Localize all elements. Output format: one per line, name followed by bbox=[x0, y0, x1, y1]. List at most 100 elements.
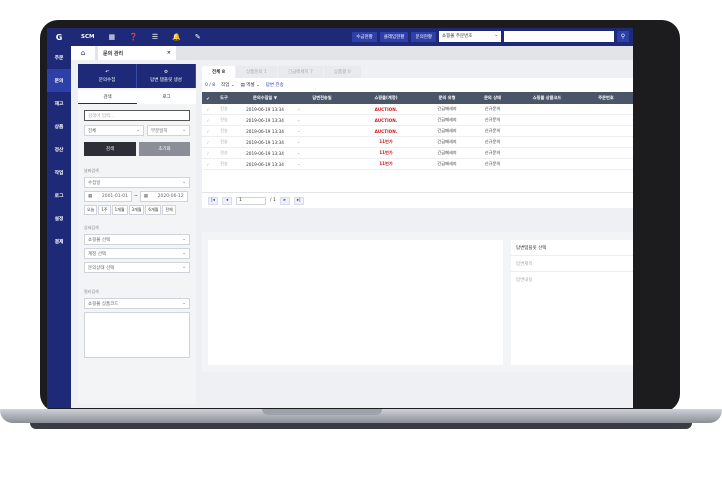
excel-menu[interactable]: ▤ 엑셀 ⌄ bbox=[241, 82, 260, 88]
tab-all[interactable]: 전체 8 bbox=[202, 66, 235, 78]
table-row[interactable]: ✓ 전송 2019-06-19 13:34 - 11번가 긴급메세지 신규문의 bbox=[202, 159, 633, 170]
search-type-select[interactable]: 쇼핑몰 주문번호 ⌄ bbox=[439, 31, 501, 42]
app-screen: G SCM ▦ ❓ ☰ 🔔 ✎ 수금현황 클레임현황 문의현황 쇼핑몰 주문번호… bbox=[47, 28, 633, 408]
nav-settings[interactable]: 설정 bbox=[47, 207, 71, 230]
tab-urgent-count: 7 bbox=[310, 70, 313, 75]
row-checkbox[interactable]: ✓ bbox=[202, 107, 214, 112]
row-checkbox[interactable]: ✓ bbox=[202, 140, 214, 145]
work-menu[interactable]: 작업 ⌄ bbox=[221, 82, 234, 88]
nav-work[interactable]: 작업 bbox=[47, 161, 71, 184]
inquiry-status-button[interactable]: 문의현황 bbox=[411, 31, 436, 42]
tab-review[interactable]: 상품평 0 bbox=[323, 66, 361, 78]
col-type[interactable]: 문의 유형 bbox=[424, 95, 470, 101]
tab-log[interactable]: 로그 bbox=[137, 90, 196, 104]
inquiry-content-area bbox=[208, 240, 503, 365]
match-select[interactable]: 부분일치 ⌄ bbox=[147, 125, 190, 136]
period-3month[interactable]: 3개월 bbox=[128, 205, 145, 215]
claim-status-button[interactable]: 클레임현황 bbox=[379, 31, 409, 42]
keyword-input[interactable]: 검색어 입력... bbox=[84, 110, 190, 121]
period-1week[interactable]: 1주 bbox=[98, 205, 111, 215]
laptop-mockup: G SCM ▦ ❓ ☰ 🔔 ✎ 수금현황 클레임현황 문의현황 쇼핑몰 주문번호… bbox=[0, 0, 722, 483]
search-button[interactable]: 검색 bbox=[84, 142, 136, 156]
period-1month[interactable]: 1개월 bbox=[111, 205, 128, 215]
col-mall[interactable]: 쇼핑몰(계정) bbox=[348, 95, 424, 101]
table-row[interactable]: ✓ 전송 2019-06-19 13:34 - 11번가 긴급메세지 신규문의 bbox=[202, 148, 633, 159]
help-icon[interactable]: ❓ bbox=[129, 33, 138, 41]
list-icon[interactable]: ☰ bbox=[152, 33, 158, 41]
col-status[interactable]: 문의 상태 bbox=[470, 95, 515, 101]
table-row[interactable]: ✓ 전송 2019-06-19 13:34 - AUCTION. 긴급메세지 신… bbox=[202, 126, 633, 137]
scope-select[interactable]: 전체 ⌄ bbox=[84, 125, 144, 136]
col-order-number[interactable]: 주문번호 bbox=[579, 95, 633, 101]
collect-inquiry-button[interactable]: ↶ 문의수집 bbox=[78, 64, 137, 88]
last-page-icon[interactable]: ▸| bbox=[293, 196, 304, 205]
tab-search[interactable]: 검색 bbox=[78, 90, 137, 104]
row-tool[interactable]: 전송 bbox=[214, 139, 234, 145]
home-icon[interactable]: ⌂ bbox=[71, 46, 95, 60]
row-date: 2019-06-19 13:34 bbox=[246, 117, 284, 123]
row-checkbox[interactable]: ✓ bbox=[202, 129, 214, 134]
mall-select[interactable]: 쇼핑몰 선택 ⌄ bbox=[84, 234, 190, 245]
reply-body-input[interactable]: 답변내용 bbox=[511, 272, 633, 288]
nav-log[interactable]: 로그 bbox=[47, 184, 71, 207]
col-product-code[interactable]: 쇼핑몰 상품코드 bbox=[515, 95, 579, 101]
date-type-select[interactable]: 수집일 ⌄ bbox=[84, 177, 190, 188]
bell-icon[interactable]: 🔔 bbox=[172, 33, 181, 41]
row-tool[interactable]: 전송 bbox=[214, 117, 234, 123]
nav-product[interactable]: 상품 bbox=[47, 115, 71, 138]
create-template-button[interactable]: ⚙ 답변 템플릿 생성 bbox=[137, 64, 196, 88]
close-icon[interactable]: × bbox=[167, 50, 171, 56]
date-to-input[interactable]: ▦ 2020-06-12 bbox=[139, 191, 188, 202]
row-tool[interactable]: 전송 bbox=[214, 106, 234, 112]
page-input[interactable]: 1 bbox=[236, 196, 266, 205]
select-all-checkbox[interactable]: ✔ bbox=[202, 96, 214, 101]
date-from-input[interactable]: ▦ 2001-01-01 bbox=[84, 191, 132, 202]
row-tool[interactable]: 전송 bbox=[214, 128, 234, 134]
nav-order[interactable]: 주문 bbox=[47, 46, 71, 69]
col-collected-date[interactable]: 문의수집일 ▼ bbox=[234, 95, 296, 101]
scope-value: 전체 bbox=[88, 128, 97, 134]
row-type: 긴급메세지 bbox=[437, 161, 457, 166]
nav-stock[interactable]: 재고 bbox=[47, 92, 71, 115]
collection-status-button[interactable]: 수금현황 bbox=[352, 31, 377, 42]
period-all[interactable]: 전체 bbox=[162, 205, 176, 215]
row-checkbox[interactable]: ✓ bbox=[202, 151, 214, 156]
row-tool[interactable]: 전송 bbox=[214, 161, 234, 167]
edit-icon[interactable]: ✎ bbox=[195, 33, 201, 41]
account-select[interactable]: 계정 선택 ⌄ bbox=[84, 248, 190, 259]
status-select[interactable]: 문의상태 선택 ⌄ bbox=[84, 262, 190, 273]
period-6month[interactable]: 6개월 bbox=[145, 205, 162, 215]
reply-title-input[interactable]: 답변제목 bbox=[511, 256, 633, 272]
tab-product-inquiry[interactable]: 상품문의 1 bbox=[236, 66, 277, 78]
reset-button[interactable]: 초기화 bbox=[139, 142, 190, 156]
row-checkbox[interactable]: ✓ bbox=[202, 118, 214, 123]
tab-inquiry-manage[interactable]: 문의 관리 × bbox=[98, 46, 176, 60]
col-sent-date[interactable]: 답변전송일 bbox=[296, 95, 348, 101]
first-page-icon[interactable]: |◂ bbox=[208, 196, 218, 205]
account-select-value: 계정 선택 bbox=[88, 251, 106, 257]
multi-search-select[interactable]: 쇼핑몰 상품코드 ⌄ bbox=[84, 298, 190, 309]
period-today[interactable]: 오늘 bbox=[84, 205, 98, 215]
tab-urgent-message[interactable]: 긴급메세지 7 bbox=[277, 66, 323, 78]
table-row[interactable]: ✓ 전송 2019-06-19 13:34 - 11번가 긴급메세지 신규문의 bbox=[202, 137, 633, 148]
table-row[interactable]: ✓ 전송 2019-06-19 13:34 - AUCTION. 긴급메세지 신… bbox=[202, 104, 633, 115]
template-select[interactable]: 답변템플릿 선택 bbox=[511, 240, 633, 256]
selection-count: 0 / 8 bbox=[205, 82, 216, 88]
multi-search-textarea[interactable] bbox=[84, 312, 190, 358]
prev-page-icon[interactable]: ◂ bbox=[222, 196, 232, 205]
nav-settlement[interactable]: 정산 bbox=[47, 138, 71, 161]
next-page-icon[interactable]: ▸ bbox=[279, 196, 290, 205]
table-row[interactable]: ✓ 전송 2019-06-19 13:34 - AUCTION. 긴급메세지 신… bbox=[202, 115, 633, 126]
row-tool[interactable]: 전송 bbox=[214, 150, 234, 156]
nav-inquiry[interactable]: 문의 bbox=[47, 69, 71, 92]
row-checkbox[interactable]: ✓ bbox=[202, 162, 214, 167]
calculator-icon[interactable]: ▦ bbox=[108, 33, 115, 41]
search-icon[interactable]: ⚲ bbox=[617, 31, 629, 42]
scm-menu[interactable]: SCM bbox=[81, 34, 94, 40]
col-tool[interactable]: 도구 bbox=[214, 95, 234, 101]
global-search-input[interactable] bbox=[504, 31, 614, 42]
send-reply-button[interactable]: 답변 전송 bbox=[266, 82, 284, 88]
nav-payment[interactable]: 결제 bbox=[47, 230, 71, 253]
app-logo[interactable]: G bbox=[47, 28, 71, 46]
row-date: 2019-06-19 13:34 bbox=[246, 150, 284, 156]
